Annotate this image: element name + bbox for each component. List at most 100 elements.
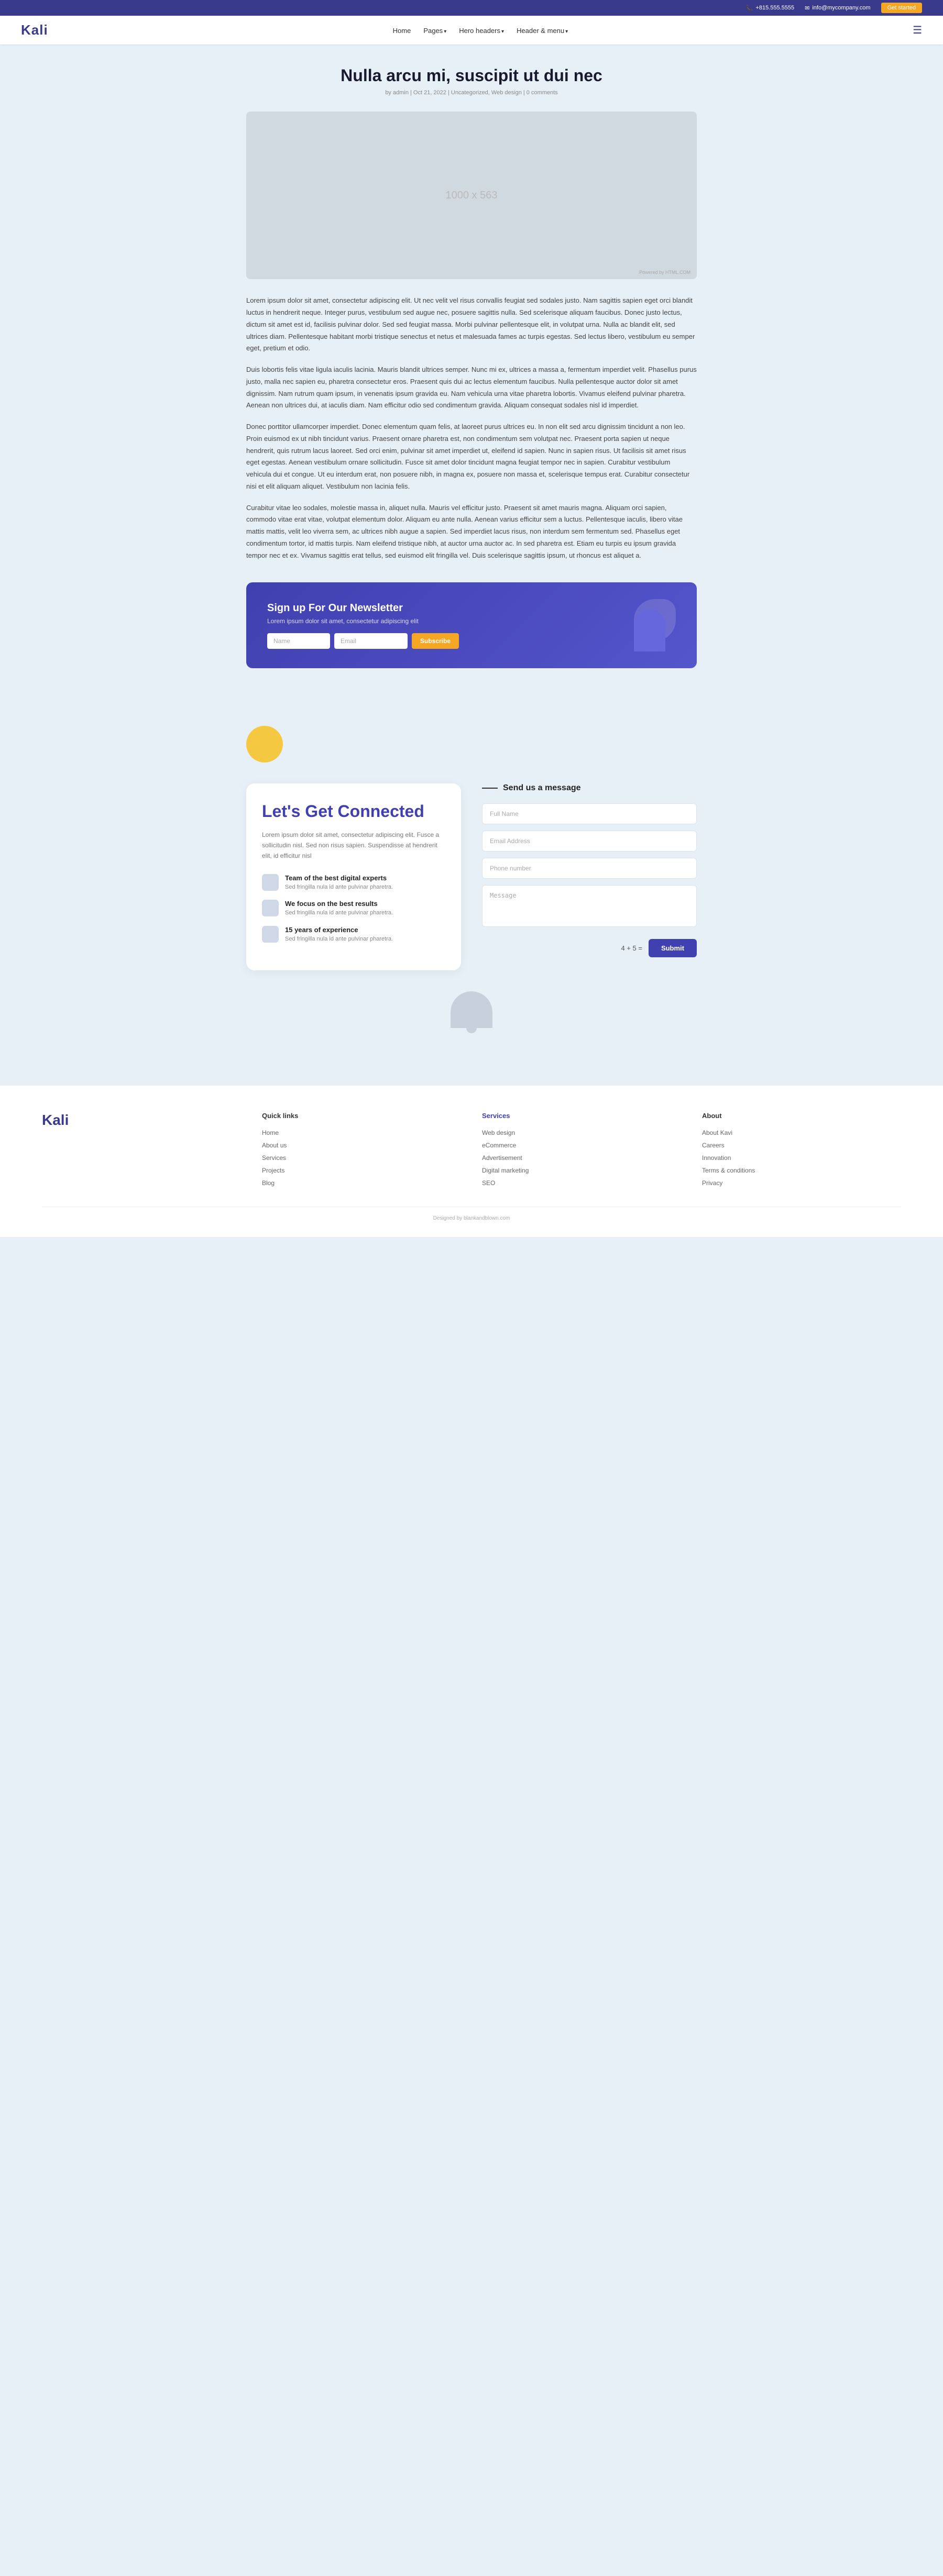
feature-text-1: Team of the best digital experts Sed fri… (285, 874, 393, 892)
footer-logo[interactable]: Kali (42, 1112, 241, 1129)
footer-quick-links: Home About us Services Projects Blog (262, 1128, 461, 1187)
newsletter-section: Sign up For Our Newsletter Lorem ipsum d… (246, 582, 697, 668)
nav-item-home[interactable]: Home (393, 26, 411, 35)
newsletter-name-input[interactable] (267, 633, 330, 649)
page-content: Nulla arcu mi, suscipit ut dui nec by ad… (236, 45, 707, 710)
footer-link-innovation[interactable]: Innovation (702, 1153, 901, 1162)
post-image-powered: Powered by HTML.COM (639, 270, 690, 275)
feature-subtitle-2: Sed fringilla nula id ante pulvinar phar… (285, 909, 393, 917)
form-footer: 4 + 5 = Submit (482, 939, 697, 957)
footer-services-title: Services (482, 1112, 681, 1120)
feature-title-1: Team of the best digital experts (285, 874, 393, 882)
footer-link-terms[interactable]: Terms & conditions (702, 1166, 901, 1174)
form-header-line (482, 788, 498, 789)
top-bar: 📞 +815.555.5555 ✉ info@mycompany.com Get… (0, 0, 943, 16)
feature-icon-3 (262, 926, 279, 943)
feature-subtitle-1: Sed fringilla nula id ante pulvinar phar… (285, 883, 393, 892)
newsletter-subscribe-button[interactable]: Subscribe (412, 633, 459, 649)
footer-link-home[interactable]: Home (262, 1128, 461, 1136)
feature-item-1: Team of the best digital experts Sed fri… (262, 874, 445, 892)
footer-link-about[interactable]: About us (262, 1141, 461, 1149)
phone-number: +815.555.5555 (755, 5, 794, 11)
connect-card: Let's Get Connected Lorem ipsum dolor si… (246, 783, 461, 970)
footer-link-digital-marketing[interactable]: Digital marketing (482, 1166, 681, 1174)
form-header: Send us a message (482, 783, 697, 793)
newsletter-form: Subscribe (267, 633, 613, 649)
post-paragraph-4: Curabitur vitae leo sodales, molestie ma… (246, 502, 697, 562)
footer-about-links: About Kavi Careers Innovation Terms & co… (702, 1128, 901, 1187)
footer: Kali Quick links Home About us Services … (0, 1086, 943, 1237)
feature-text-3: 15 years of experience Sed fringilla nul… (285, 926, 393, 944)
chevron-down-icon: ▾ (444, 29, 446, 35)
person-shape (634, 610, 665, 651)
email-bar-item: ✉ info@mycompany.com (805, 5, 870, 12)
feature-item-2: We focus on the best results Sed fringil… (262, 900, 445, 917)
contact-form-section: Send us a message 4 + 5 = Submit (482, 783, 697, 957)
feature-title-3: 15 years of experience (285, 926, 393, 934)
phone-input[interactable] (482, 858, 697, 879)
message-input[interactable] (482, 885, 697, 927)
email-address: info@mycompany.com (812, 5, 870, 11)
bell-handle (466, 1028, 477, 1033)
bell-decoration (246, 991, 697, 1033)
newsletter-title: Sign up For Our Newsletter (267, 602, 613, 614)
newsletter-email-input[interactable] (334, 633, 408, 649)
navbar-logo[interactable]: Kali (21, 22, 48, 38)
nav-item-pages[interactable]: Pages▾ (423, 26, 446, 35)
connect-title: Let's Get Connected (262, 802, 445, 821)
newsletter-content: Sign up For Our Newsletter Lorem ipsum d… (267, 602, 613, 649)
post-body: Lorem ipsum dolor sit amet, consectetur … (246, 295, 697, 561)
footer-grid: Kali Quick links Home About us Services … (42, 1112, 901, 1191)
post-paragraph-1: Lorem ipsum dolor sit amet, consectetur … (246, 295, 697, 355)
footer-services-col: Services Web design eCommerce Advertisem… (482, 1112, 681, 1191)
footer-quick-links-title: Quick links (262, 1112, 461, 1120)
footer-link-ecommerce[interactable]: eCommerce (482, 1141, 681, 1149)
feature-item-3: 15 years of experience Sed fringilla nul… (262, 926, 445, 944)
footer-quick-links-col: Quick links Home About us Services Proje… (262, 1112, 461, 1191)
navbar: Kali Home Pages▾ Hero headers▾ Header & … (0, 16, 943, 45)
post-meta: by admin | Oct 21, 2022 | Uncategorized,… (246, 90, 697, 96)
get-started-button[interactable]: Get started (881, 3, 922, 13)
footer-link-careers[interactable]: Careers (702, 1141, 901, 1149)
bell-body (451, 991, 492, 1028)
phone-icon: 📞 (746, 5, 753, 12)
footer-link-seo[interactable]: SEO (482, 1178, 681, 1187)
post-paragraph-2: Duis lobortis felis vitae ligula iaculis… (246, 364, 697, 412)
nav-item-header-menu[interactable]: Header & menu▾ (517, 26, 568, 35)
post-paragraph-3: Donec porttitor ullamcorper imperdiet. D… (246, 421, 697, 493)
chevron-down-icon: ▾ (501, 29, 504, 35)
footer-services-links: Web design eCommerce Advertisement Digit… (482, 1128, 681, 1187)
footer-link-blog[interactable]: Blog (262, 1178, 461, 1187)
feature-subtitle-3: Sed fringilla nula id ante pulvinar phar… (285, 935, 393, 944)
feature-icon-2 (262, 900, 279, 916)
email-input[interactable] (482, 831, 697, 852)
feature-text-2: We focus on the best results Sed fringil… (285, 900, 393, 917)
feature-title-2: We focus on the best results (285, 900, 393, 908)
hamburger-icon[interactable]: ☰ (913, 24, 922, 37)
footer-link-services[interactable]: Services (262, 1153, 461, 1162)
connect-description: Lorem ipsum dolor sit amet, consectetur … (262, 830, 445, 861)
footer-link-about-kavi[interactable]: About Kavi (702, 1128, 901, 1136)
yellow-circle-decoration (246, 726, 283, 762)
contact-section: Let's Get Connected Lorem ipsum dolor si… (246, 783, 697, 970)
footer-logo-col: Kali (42, 1112, 241, 1191)
full-name-input[interactable] (482, 803, 697, 824)
footer-link-webdesign[interactable]: Web design (482, 1128, 681, 1136)
feature-list: Team of the best digital experts Sed fri… (262, 874, 445, 944)
navbar-links: Home Pages▾ Hero headers▾ Header & menu▾ (393, 26, 568, 35)
submit-button[interactable]: Submit (649, 939, 697, 957)
post-image-dimensions: 1000 x 563 (446, 190, 498, 202)
footer-link-privacy[interactable]: Privacy (702, 1178, 901, 1187)
form-header-title: Send us a message (503, 783, 581, 793)
nav-item-hero-headers[interactable]: Hero headers▾ (459, 26, 504, 35)
phone-bar-item: 📞 +815.555.5555 (746, 5, 794, 12)
post-image: 1000 x 563 Powered by HTML.COM (246, 112, 697, 279)
post-title: Nulla arcu mi, suscipit ut dui nec (246, 65, 697, 85)
email-icon: ✉ (805, 5, 809, 12)
footer-link-advertisement[interactable]: Advertisement (482, 1153, 681, 1162)
newsletter-decoration (613, 599, 676, 651)
newsletter-description: Lorem ipsum dolor sit amet, consectetur … (267, 617, 613, 625)
chevron-down-icon: ▾ (565, 29, 568, 35)
feature-icon-1 (262, 874, 279, 891)
footer-link-projects[interactable]: Projects (262, 1166, 461, 1174)
